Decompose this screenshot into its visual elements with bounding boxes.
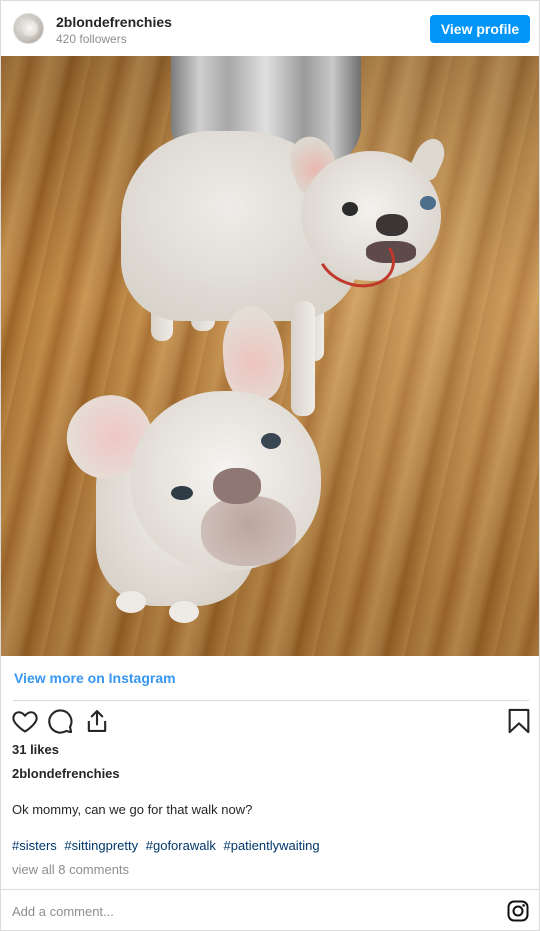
add-comment-input[interactable] [1, 890, 491, 930]
caption-username[interactable]: 2blondefrenchies [12, 766, 120, 781]
like-count[interactable]: 31 likes [12, 742, 59, 757]
hashtag-link[interactable]: #goforawalk [146, 838, 216, 853]
comment-icon[interactable] [46, 707, 74, 735]
hashtag-link[interactable]: #sisters [12, 838, 57, 853]
follower-count: 420 followers [56, 32, 127, 46]
instagram-embed-card: 2blondefrenchies 420 followers View prof… [0, 0, 540, 931]
divider [13, 700, 529, 701]
heart-icon[interactable] [11, 707, 39, 735]
view-all-comments-link[interactable]: view all 8 comments [12, 862, 129, 877]
hashtag-link[interactable]: #sittingpretty [64, 838, 138, 853]
view-more-on-instagram-link[interactable]: View more on Instagram [14, 670, 176, 686]
avatar[interactable] [13, 13, 44, 44]
post-photo[interactable] [1, 56, 539, 656]
header-username[interactable]: 2blondefrenchies [56, 14, 172, 30]
post-header: 2blondefrenchies 420 followers View prof… [1, 1, 539, 56]
hashtag-list: #sisters #sittingpretty #goforawalk #pat… [12, 838, 324, 853]
instagram-icon[interactable] [506, 899, 530, 923]
hashtag-link[interactable]: #patientlywaiting [223, 838, 319, 853]
share-icon[interactable] [83, 707, 111, 735]
bookmark-icon[interactable] [505, 707, 533, 735]
view-profile-button[interactable]: View profile [430, 15, 530, 43]
post-caption: Ok mommy, can we go for that walk now? [12, 802, 253, 817]
